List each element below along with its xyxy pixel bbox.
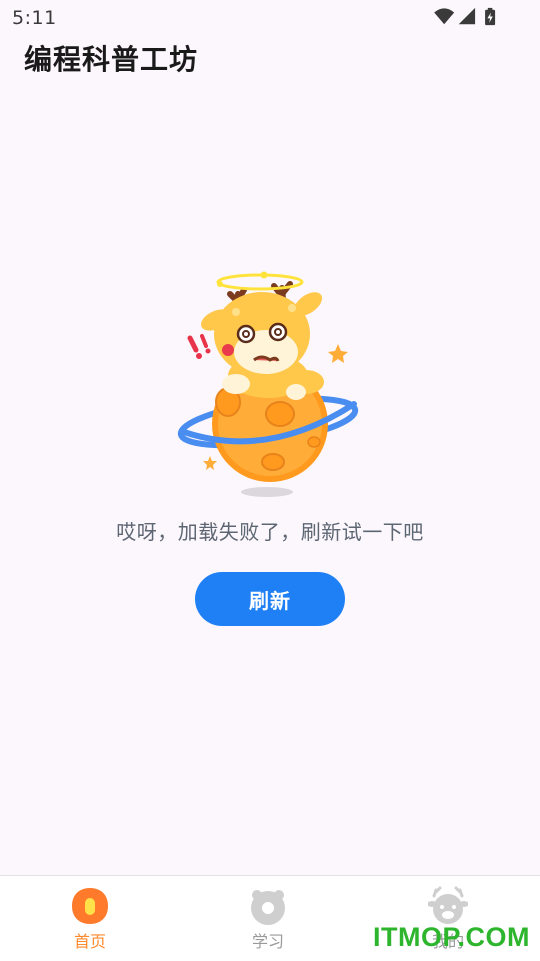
- watermark: ITMOP.COM: [372, 922, 530, 952]
- status-icons: [434, 7, 496, 26]
- tab-learn[interactable]: 学习: [178, 876, 358, 961]
- status-bar: 5:11: [0, 0, 540, 36]
- signal-icon: [458, 7, 476, 25]
- dizzy-deer-illustration: [177, 271, 359, 497]
- profile-icon: [428, 886, 468, 924]
- battery-charging-icon: [485, 7, 496, 26]
- refresh-button[interactable]: 刷新: [195, 572, 345, 626]
- status-time: 5:11: [12, 7, 57, 29]
- page-title: 编程科普工坊: [24, 43, 199, 76]
- tab-home[interactable]: 首页: [0, 876, 180, 961]
- home-icon: [72, 888, 108, 924]
- learn-icon: [251, 890, 285, 925]
- tab-learn-label: 学习: [251, 932, 284, 951]
- wifi-icon: [434, 8, 455, 25]
- error-message: 哎呀，加载失败了，刷新试一下吧: [116, 520, 424, 544]
- tab-home-label: 首页: [73, 932, 106, 951]
